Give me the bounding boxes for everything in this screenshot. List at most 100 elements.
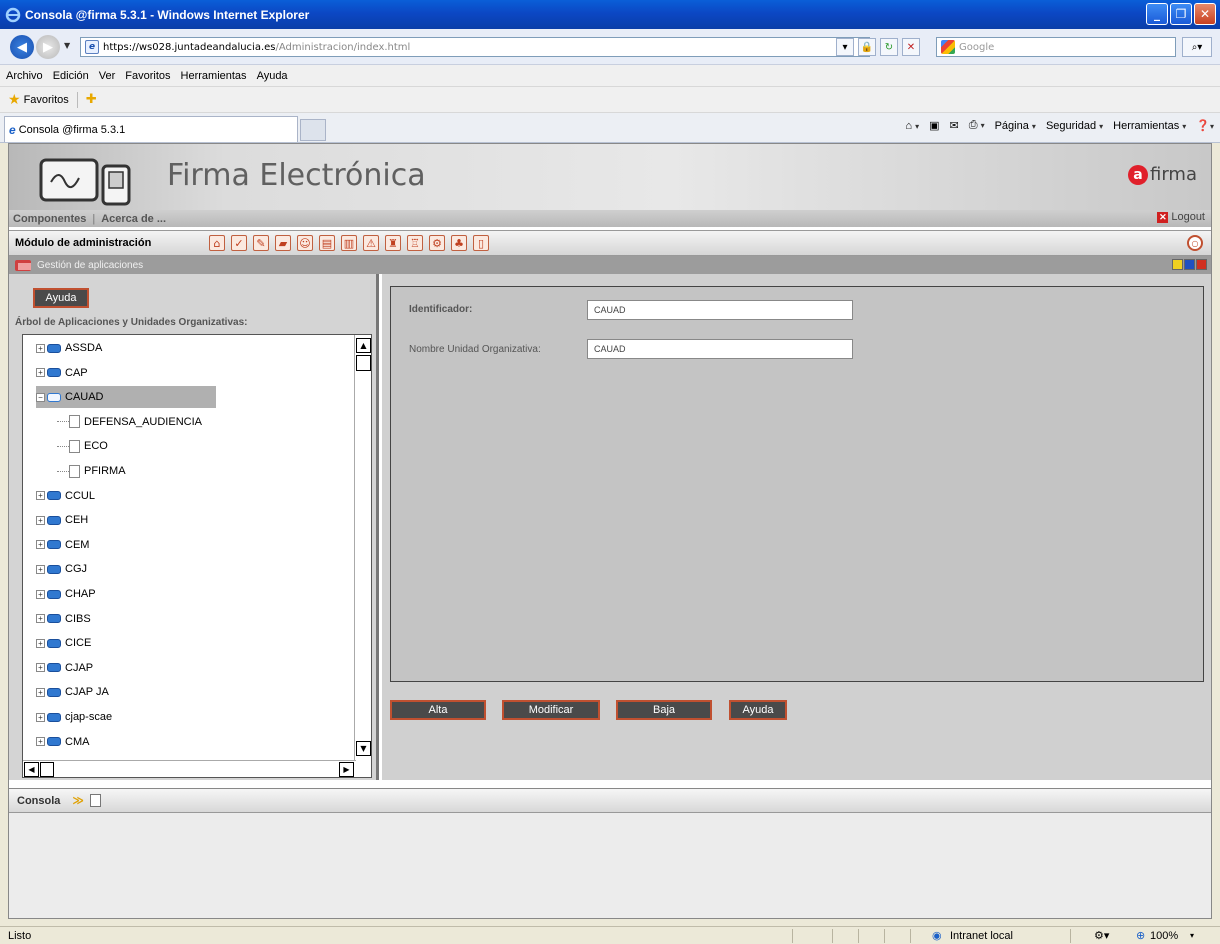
expand-icon[interactable]: + <box>36 368 45 378</box>
minimize-button[interactable]: _ <box>1146 3 1168 25</box>
tab-consola[interactable]: e Consola @firma 5.3.1 <box>4 116 298 142</box>
menu-ver[interactable]: Ver <box>99 70 116 82</box>
scroll-right-button[interactable]: ▶ <box>339 762 354 777</box>
add-favorite-icon[interactable]: ✚ <box>86 92 97 107</box>
expand-icon[interactable]: + <box>36 589 45 599</box>
tree-vertical-scrollbar[interactable]: ▲ ▼ <box>354 335 371 761</box>
tree-item[interactable]: + CHAP <box>36 583 96 605</box>
herramientas-menu[interactable]: Herramientas ▾ <box>1113 120 1186 132</box>
expand-icon[interactable]: + <box>36 515 45 525</box>
back-button[interactable]: ◀ <box>10 35 34 59</box>
hierarchy-icon[interactable]: ♣ <box>451 235 467 251</box>
print-icon[interactable]: ⎙ ▾ <box>969 119 985 132</box>
help-button[interactable]: Ayuda <box>33 288 89 308</box>
stamp-icon[interactable]: ♜ <box>385 235 401 251</box>
logout-button[interactable]: ✕ Logout <box>1157 211 1205 223</box>
ayuda-button[interactable]: Ayuda <box>729 700 787 720</box>
expand-icon[interactable]: + <box>36 540 45 550</box>
minimize-panel-icon[interactable] <box>1172 259 1183 270</box>
close-panel-icon[interactable] <box>1196 259 1207 270</box>
warning-icon[interactable]: ⚠ <box>363 235 379 251</box>
org-tree[interactable]: + ASSDA + CAP − CAUAD DEFENSA_AUDIENCIA ECO PFIR… <box>22 334 372 778</box>
scroll-thumb[interactable] <box>356 355 371 371</box>
tree-item[interactable]: DEFENSA_AUDIENCIA <box>57 411 202 433</box>
address-input[interactable]: e https://ws028.juntadeandalucia.es /Adm… <box>80 37 870 57</box>
server-icon[interactable]: ▤ <box>319 235 335 251</box>
expand-icon[interactable]: + <box>36 737 45 747</box>
alta-button[interactable]: Alta <box>390 700 486 720</box>
close-button[interactable]: ✕ <box>1194 3 1216 25</box>
restore-panel-icon[interactable] <box>1184 259 1195 270</box>
seguridad-menu[interactable]: Seguridad ▾ <box>1046 120 1103 132</box>
tree-item[interactable]: + CGJ <box>36 558 87 580</box>
feeds-icon[interactable]: ▣ <box>929 119 939 132</box>
tree-item[interactable]: + CMA <box>36 731 89 753</box>
scroll-left-button[interactable]: ◀ <box>24 762 39 777</box>
stop-icon[interactable]: ✕ <box>902 38 920 56</box>
tree-item[interactable]: + CEM <box>36 534 89 556</box>
refresh-icon[interactable]: ↻ <box>880 38 898 56</box>
baja-button[interactable]: Baja <box>616 700 712 720</box>
expand-icon[interactable]: + <box>36 687 45 697</box>
tree-item[interactable]: + CEH <box>36 509 88 531</box>
zoom-dropdown-icon[interactable]: ▾ <box>1190 931 1194 940</box>
scroll-up-button[interactable]: ▲ <box>356 338 371 353</box>
protected-mode-icon[interactable]: ⚙▾ <box>1094 929 1109 942</box>
help-icon[interactable]: ❓▾ <box>1196 119 1214 132</box>
expand-icon[interactable]: + <box>36 663 45 673</box>
menu-archivo[interactable]: Archivo <box>6 70 43 82</box>
hscroll-thumb[interactable] <box>40 762 54 777</box>
clear-console-icon[interactable] <box>89 794 101 807</box>
pagina-menu[interactable]: Página ▾ <box>995 120 1036 132</box>
address-dropdown-icon[interactable]: ▾ <box>836 38 854 56</box>
certificate-icon[interactable]: ✎ <box>253 235 269 251</box>
expand-icon[interactable]: + <box>36 491 45 501</box>
check-icon[interactable]: ✓ <box>231 235 247 251</box>
menu-componentes[interactable]: Componentes <box>13 213 86 225</box>
forward-button[interactable]: ▶ <box>36 35 60 59</box>
zoom-icon[interactable]: ⊕ <box>1136 929 1145 942</box>
lifebuoy-icon[interactable]: ○ <box>1187 235 1203 251</box>
modificar-button[interactable]: Modificar <box>502 700 600 720</box>
home-icon[interactable]: ⌂ ▾ <box>905 120 919 132</box>
settings-icon[interactable]: ⚙ <box>429 235 445 251</box>
tree-item[interactable]: + cjap-scae <box>36 706 112 728</box>
menu-favoritos[interactable]: Favoritos <box>125 70 170 82</box>
tree-item[interactable]: + CICE <box>36 632 91 654</box>
tree-item[interactable]: + CIBS <box>36 608 91 630</box>
document-icon[interactable]: ▥ <box>341 235 357 251</box>
expand-icon[interactable]: + <box>36 343 45 353</box>
search-icon[interactable]: ⌕▾ <box>1182 37 1212 57</box>
tree-item[interactable]: − CAUAD <box>36 386 216 409</box>
tree-horizontal-scrollbar[interactable]: ◀ ▶ <box>23 760 356 777</box>
name-field[interactable]: CAUAD <box>587 339 853 359</box>
home-module-icon[interactable]: ⌂ <box>209 235 225 251</box>
recent-pages-dropdown-icon[interactable]: ▼ <box>64 41 70 50</box>
expand-icon[interactable]: + <box>36 638 45 648</box>
menu-acerca[interactable]: Acerca de ... <box>101 213 166 225</box>
folder-icon[interactable]: ▰ <box>275 235 291 251</box>
tree-item[interactable]: + CCUL <box>36 485 95 507</box>
stamp-alt-icon[interactable]: ♖ <box>407 235 423 251</box>
users-icon[interactable]: ☺ <box>297 235 313 251</box>
menu-edicion[interactable]: Edición <box>53 70 89 82</box>
scroll-down-button[interactable]: ▼ <box>356 741 371 756</box>
favorites-star-icon[interactable]: ★ <box>8 92 21 108</box>
maximize-button[interactable]: ❐ <box>1170 3 1192 25</box>
tree-item[interactable]: + CJAP <box>36 657 93 679</box>
menu-ayuda[interactable]: Ayuda <box>257 70 288 82</box>
tree-item[interactable]: + ASSDA <box>36 337 102 359</box>
menu-herramientas[interactable]: Herramientas <box>181 70 247 82</box>
tree-item[interactable]: + CJAP JA <box>36 681 109 703</box>
exit-icon[interactable]: ▯ <box>473 235 489 251</box>
tree-item[interactable]: PFIRMA <box>57 460 126 482</box>
lock-icon[interactable]: 🔒 <box>858 38 876 56</box>
expand-icon[interactable]: + <box>36 614 45 624</box>
mail-icon[interactable]: ✉ <box>950 119 959 132</box>
new-tab-button[interactable] <box>300 119 326 141</box>
search-input[interactable]: Google <box>936 37 1176 57</box>
collapse-icon[interactable]: − <box>36 392 45 402</box>
collapse-icon[interactable]: ≫ <box>72 794 84 807</box>
expand-icon[interactable]: + <box>36 564 45 574</box>
expand-icon[interactable]: + <box>36 712 45 722</box>
